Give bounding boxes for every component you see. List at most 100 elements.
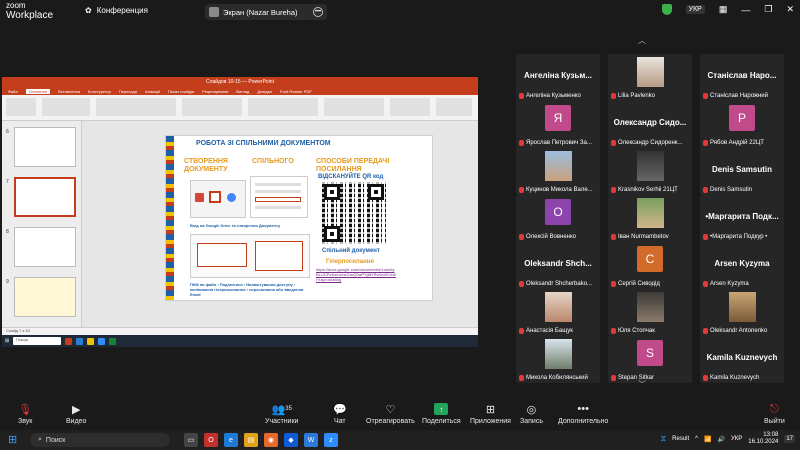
participant-name: Lilia Pavlenko (618, 93, 656, 99)
slide-doc-link[interactable]: https://docs.google.com/document/d/1oen6… (316, 267, 396, 282)
slide-thumbnail[interactable] (14, 127, 76, 167)
ribbon-group[interactable] (248, 98, 318, 116)
ribbon-group[interactable] (96, 98, 176, 116)
slide-thumbnail[interactable] (14, 277, 76, 317)
maximize-icon[interactable]: ❐ (764, 4, 772, 15)
opera-icon[interactable]: O (204, 433, 218, 447)
qr-code[interactable] (322, 182, 386, 244)
tray-chevron-icon[interactable]: ^ (695, 436, 698, 442)
edge-icon[interactable]: e (224, 433, 238, 447)
participant-tile[interactable]: Arsen Kyzyma Arsen Kyzyma (700, 242, 784, 289)
participant-tile[interactable]: Oleksandr Antonenko (700, 289, 784, 336)
firefox-icon[interactable]: ◉ (264, 433, 278, 447)
participants-button[interactable]: 👥 35 Участники (265, 402, 298, 426)
tray-result[interactable]: Result (672, 436, 689, 442)
share-button[interactable]: ↑ Поделиться (422, 402, 461, 425)
ppt-tab[interactable]: Вигляд (236, 89, 249, 94)
muted-mic-icon (519, 281, 524, 287)
result-app-icon[interactable]: ⧖ (661, 434, 667, 444)
ppt-workspace: 6 7 8 9 РОБОТА ЗІ СПІЛЬНИМИ ДОКУМЕНТОМ С… (2, 121, 478, 327)
gallery-down-arrow[interactable]: ﹀ (636, 381, 648, 389)
slide-thumbnail[interactable] (14, 227, 76, 267)
start-icon[interactable]: ⊞ (8, 433, 17, 446)
participant-tile[interactable]: Lilia Pavlenko (608, 54, 692, 101)
ppt-tab[interactable]: Рецензування (202, 89, 228, 94)
current-slide[interactable]: РОБОТА ЗІ СПІЛЬНИМИ ДОКУМЕНТОМ СТВОРЕННЯ… (165, 135, 433, 301)
grid-view-icon[interactable]: ▦ (719, 4, 728, 15)
participant-tile[interactable]: Oleksandr Shch... Oleksandr Shcherbako... (516, 242, 600, 289)
record-button[interactable]: ◎ Запись (520, 402, 543, 426)
ppt-tab-active[interactable]: Основное (25, 88, 51, 94)
participant-label: Рябов Андрій 22ЦТ (703, 140, 764, 146)
apps-button[interactable]: ⊞ Приложения (470, 402, 511, 426)
clock[interactable]: 13:08 16.10.2024 (748, 432, 778, 446)
participant-tile[interactable]: Я Ярослав Петрович За... (516, 101, 600, 148)
participant-tile[interactable]: Олександр Сидо... Олександр Сидоренк... (608, 101, 692, 148)
audio-button[interactable]: 🎙 Звук (18, 402, 32, 426)
slide-thumbnail-selected[interactable] (14, 177, 76, 217)
store-icon[interactable]: ◆ (284, 433, 298, 447)
participant-tile[interactable]: О Олексій Вовненко (516, 195, 600, 242)
remote-edge-icon[interactable] (76, 337, 84, 345)
participant-tile[interactable]: Станіслав Наро... Станіслав Нарожний (700, 54, 784, 101)
ribbon-group[interactable] (6, 98, 36, 116)
ribbon-group[interactable] (324, 98, 384, 116)
leave-button[interactable]: ⎋ Выйти (764, 402, 785, 426)
more-options-icon[interactable]: ••• (313, 7, 323, 17)
security-shield-icon[interactable] (661, 4, 672, 15)
tray-lang[interactable]: УКР (731, 436, 742, 442)
brand-line2: Workplace (6, 10, 54, 21)
ribbon-group[interactable] (42, 98, 90, 116)
ppt-tab[interactable]: Foxit Reader PDF (280, 89, 312, 94)
participant-tile[interactable]: Куцинов Микола Вале... (516, 148, 600, 195)
participant-tile[interactable]: Іван Nurmambetov (608, 195, 692, 242)
participant-tile[interactable]: С Сергій Сиводід (608, 242, 692, 289)
ppt-tab[interactable]: Показ слайдів (168, 89, 194, 94)
ribbon-group[interactable] (436, 98, 472, 116)
ppt-tab[interactable]: Довідка (257, 89, 271, 94)
participant-tile[interactable]: Анастасія Бащук (516, 289, 600, 336)
participant-tile[interactable]: Kamila Kuznevych Kamila Kuznevych (700, 336, 784, 383)
task-view-icon[interactable]: ▭ (184, 433, 198, 447)
participant-tile[interactable]: S Stepan Sitkar (608, 336, 692, 383)
notification-badge[interactable]: 17 (784, 435, 795, 443)
ppt-tab[interactable]: Файл (8, 89, 18, 94)
ribbon-group[interactable] (182, 98, 242, 116)
chat-button[interactable]: 💬 Чат (333, 402, 347, 426)
participant-tile[interactable]: Krasnikov Serhii 21ЦТ (608, 148, 692, 195)
remote-excel-icon[interactable] (109, 337, 117, 345)
volume-icon[interactable]: 🔊 (717, 436, 724, 443)
participant-tile[interactable]: Ангеліна Кузьм... Ангеліна Кузьменко (516, 54, 600, 101)
participant-label: Oleksandr Shcherbako... (519, 281, 592, 287)
zoom-icon[interactable]: z (324, 433, 338, 447)
video-button[interactable]: ▶ Видео (66, 402, 86, 426)
participant-tile[interactable]: Юля Стопчак (608, 289, 692, 336)
explorer-icon[interactable]: ▤ (244, 433, 258, 447)
remote-folder-icon[interactable] (87, 337, 95, 345)
minimize-icon[interactable]: — (741, 5, 750, 15)
more-button[interactable]: ••• Дополнительно (558, 402, 608, 425)
participant-tile[interactable]: Denis Samsutin Denis Samsutin (700, 148, 784, 195)
ppt-tab[interactable]: Конструктор (88, 89, 111, 94)
react-button[interactable]: ♡ Отреагировать (366, 402, 415, 426)
remote-zoom-icon[interactable] (98, 337, 106, 345)
network-icon[interactable]: 📶 (704, 436, 711, 443)
remote-start-icon[interactable]: ⊞ (5, 338, 9, 344)
window-controls: УКР ▦ — ❐ ✕ (661, 4, 794, 15)
ppt-tab[interactable]: Анімації (145, 89, 160, 94)
remote-ppt-icon[interactable] (65, 337, 73, 345)
taskbar-search[interactable]: ⌕ Поиск (30, 433, 170, 447)
ppt-tab[interactable]: Вставлення (58, 89, 80, 94)
apps-label: Приложения (470, 418, 511, 425)
screen-share-indicator[interactable]: Экран (Nazar Bureha) ••• (205, 4, 327, 20)
participant-tile[interactable]: Микола Кобилянський (516, 336, 600, 383)
conference-button[interactable]: ✿ Конференция (85, 6, 148, 15)
word-icon[interactable]: W (304, 433, 318, 447)
close-icon[interactable]: ✕ (786, 4, 794, 15)
remote-search-box[interactable]: Пошук (13, 337, 62, 345)
participant-tile[interactable]: •Маргарита Подк... •Маргарита Подкур • (700, 195, 784, 242)
ribbon-group[interactable] (390, 98, 430, 116)
gallery-up-arrow[interactable]: ︿ (636, 37, 648, 45)
ppt-tab[interactable]: Переходи (119, 89, 137, 94)
participant-tile[interactable]: Р Рябов Андрій 22ЦТ (700, 101, 784, 148)
